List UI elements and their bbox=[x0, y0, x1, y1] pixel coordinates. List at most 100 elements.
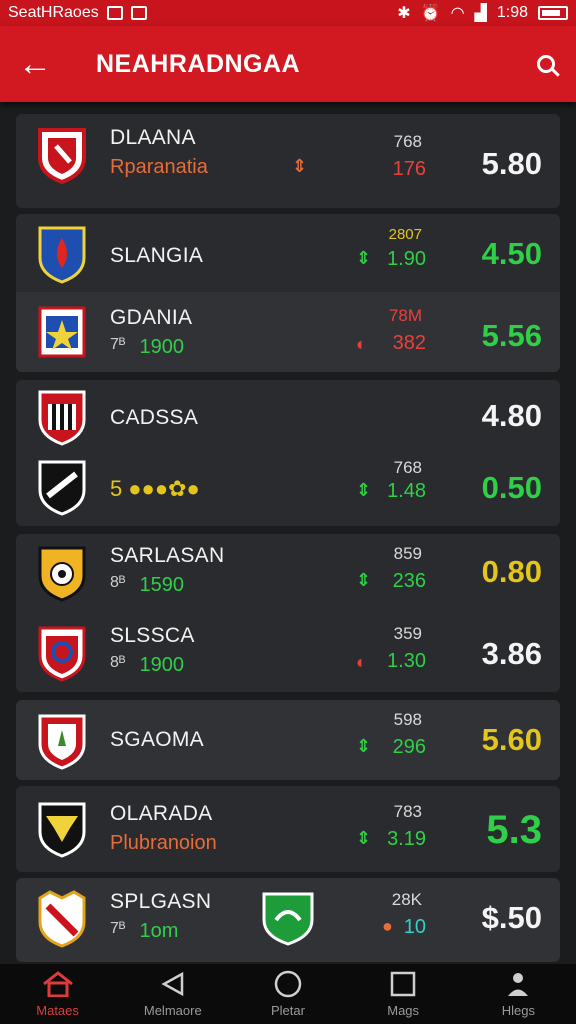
square-icon bbox=[390, 971, 416, 997]
list-item[interactable]: SLSSCA 8ᴮ 1900 359 ◐ 1.30 3.86 bbox=[16, 614, 560, 694]
team-subtitle: Plubranoion bbox=[110, 832, 217, 854]
odds-top: 78M bbox=[388, 306, 422, 325]
match-card[interactable]: SARLASAN 8ᴮ 1590 859 ⇕ 236 0.80 SLSSCA 8ᴮ… bbox=[16, 534, 560, 692]
team-name: OLARADA bbox=[110, 802, 213, 825]
odds-top: 598 bbox=[393, 710, 422, 729]
circle-icon bbox=[274, 970, 302, 997]
trend-circle-icon: ● bbox=[382, 916, 393, 936]
team-subtitle-value: 1om bbox=[139, 920, 179, 942]
odds-bottom: 176 bbox=[392, 158, 426, 180]
price-value[interactable]: 5.80 bbox=[482, 146, 542, 182]
team-prefix: 7ᴮ bbox=[110, 336, 126, 353]
team-crest-icon bbox=[36, 542, 88, 602]
team-subtitle-value: 1900 bbox=[139, 654, 185, 676]
odds-bottom: 1.30 bbox=[387, 650, 426, 672]
nav-label: Mataes bbox=[36, 1002, 79, 1018]
team-crest-icon bbox=[36, 622, 88, 682]
status-app-name: SeatHRaoes bbox=[8, 4, 99, 21]
match-card[interactable]: SPLGASN 7ᴮ 1om 28K ● 10 $.50 bbox=[16, 878, 560, 962]
odds-top: 359 bbox=[393, 624, 422, 643]
team-subtitle: Rparanatia bbox=[110, 156, 208, 178]
list-item[interactable]: SLANGIA 2807 ⇕ 1.90 4.50 bbox=[16, 214, 560, 294]
nav-item-back[interactable]: Melmaore bbox=[125, 971, 221, 1018]
list-item[interactable]: OLARADA Plubranoion 783 ⇕ 3.19 5.3 bbox=[16, 788, 560, 868]
search-button[interactable] bbox=[516, 26, 576, 102]
message-icon bbox=[130, 6, 147, 20]
price-value[interactable]: 5.60 bbox=[482, 722, 542, 758]
team-prefix: 8ᴮ bbox=[110, 654, 126, 671]
price-value[interactable]: 0.80 bbox=[482, 554, 542, 590]
odds-top: 768 bbox=[393, 458, 422, 477]
list-item[interactable]: GDANIA 7ᴮ 1900 78M ◐ 382 5.56 bbox=[16, 292, 560, 372]
team-name: SLSSCA bbox=[110, 624, 195, 647]
odds-top: 859 bbox=[393, 544, 422, 563]
odds-bottom: 296 bbox=[392, 736, 426, 758]
wifi-icon: ◠ bbox=[450, 5, 465, 22]
odds-bottom: 3.19 bbox=[387, 828, 426, 850]
team-crest-icon bbox=[36, 302, 88, 362]
odds-bottom: 10 bbox=[403, 916, 426, 938]
price-value[interactable]: 3.86 bbox=[482, 636, 542, 672]
list-item[interactable]: SGAOMA 598 ⇕ 296 5.60 bbox=[16, 700, 560, 780]
partner-badge-icon bbox=[262, 890, 314, 946]
trend-arrow-icon: ⇕ bbox=[356, 736, 372, 756]
match-card[interactable]: SLANGIA 2807 ⇕ 1.90 4.50 GDANIA 7ᴮ 1900 7… bbox=[16, 214, 560, 372]
price-value[interactable]: 4.80 bbox=[482, 398, 542, 434]
team-crest-icon bbox=[36, 456, 88, 516]
price-value[interactable]: 5.56 bbox=[482, 318, 542, 354]
list-item[interactable]: SARLASAN 8ᴮ 1590 859 ⇕ 236 0.80 bbox=[16, 534, 560, 614]
team-crest-icon bbox=[36, 124, 88, 184]
match-card[interactable]: CADSSA 4.80 5 ●●●✿● 768 ⇕ 1.48 0.50 bbox=[16, 380, 560, 526]
team-name: SGAOMA bbox=[110, 728, 204, 751]
team-name: SARLASAN bbox=[110, 544, 225, 567]
team-name: SPLGASN bbox=[110, 890, 212, 913]
team-subtitle-value: 1590 bbox=[139, 574, 185, 596]
app-bar: ← NEAHRADNGAA bbox=[0, 26, 576, 102]
match-card[interactable]: OLARADA Plubranoion 783 ⇕ 3.19 5.3 bbox=[16, 786, 560, 872]
status-bar: SeatHRaoes ✱ ⏰ ◠ ▟ 1:98 bbox=[0, 0, 576, 26]
back-triangle-icon bbox=[160, 971, 186, 997]
price-value[interactable]: 5.3 bbox=[486, 808, 542, 853]
team-name: DLAANA bbox=[110, 126, 196, 149]
odds-top: 2807 bbox=[388, 226, 422, 243]
person-icon bbox=[505, 971, 531, 997]
odds-bottom: 1.48 bbox=[387, 480, 426, 502]
bottom-nav: Mataes Melmaore Pletar Mags Hlegs bbox=[0, 964, 576, 1024]
trend-arrow-icon: ⇕ bbox=[292, 156, 308, 176]
nav-item-home-circle[interactable]: Pletar bbox=[240, 970, 336, 1018]
team-name: GDANIA bbox=[110, 306, 193, 329]
nav-item-profile[interactable]: Hlegs bbox=[470, 971, 566, 1018]
bluetooth-icon: ✱ bbox=[397, 5, 411, 22]
signal-icon: ▟ bbox=[474, 5, 487, 22]
notification-icon bbox=[106, 6, 123, 20]
trend-arrow-icon: ⇕ bbox=[356, 570, 372, 590]
match-card[interactable]: DLAANA Rparanatia ⇕ 768 176 5.80 bbox=[16, 114, 560, 208]
team-crest-icon bbox=[36, 710, 88, 770]
price-value[interactable]: 4.50 bbox=[482, 236, 542, 272]
odds-top: 783 bbox=[393, 802, 422, 821]
team-crest-icon bbox=[36, 224, 88, 284]
nav-label: Melmaore bbox=[143, 1002, 202, 1018]
nav-label: Pletar bbox=[270, 1002, 305, 1018]
list-item[interactable]: DLAANA Rparanatia ⇕ 768 176 5.80 bbox=[16, 120, 560, 200]
price-value[interactable]: $.50 bbox=[482, 900, 542, 936]
team-name: SLANGIA bbox=[110, 244, 204, 267]
team-subtitle: 7ᴮ 1om bbox=[110, 920, 178, 943]
list-item[interactable]: 5 ●●●✿● 768 ⇕ 1.48 0.50 bbox=[16, 448, 560, 528]
nav-item-home[interactable]: Mataes bbox=[10, 970, 106, 1018]
price-value[interactable]: 0.50 bbox=[482, 470, 542, 506]
search-icon bbox=[537, 55, 555, 73]
match-card[interactable]: SGAOMA 598 ⇕ 296 5.60 bbox=[16, 700, 560, 780]
nav-item-recents[interactable]: Mags bbox=[355, 971, 451, 1018]
team-subtitle: 8ᴮ 1900 bbox=[110, 654, 184, 677]
list-item[interactable]: SPLGASN 7ᴮ 1om 28K ● 10 $.50 bbox=[16, 878, 560, 958]
team-prefix: 8ᴮ bbox=[110, 574, 126, 591]
trend-arrow-icon: ⇕ bbox=[356, 248, 372, 268]
odds-top: 28K bbox=[391, 890, 422, 909]
alarm-icon: ⏰ bbox=[420, 5, 441, 22]
home-icon bbox=[41, 970, 75, 997]
nav-label: Mags bbox=[387, 1002, 420, 1018]
odds-bottom: 236 bbox=[392, 570, 426, 592]
emoji-icons: ●●●✿● bbox=[128, 476, 200, 501]
back-button[interactable]: ← bbox=[0, 26, 70, 102]
